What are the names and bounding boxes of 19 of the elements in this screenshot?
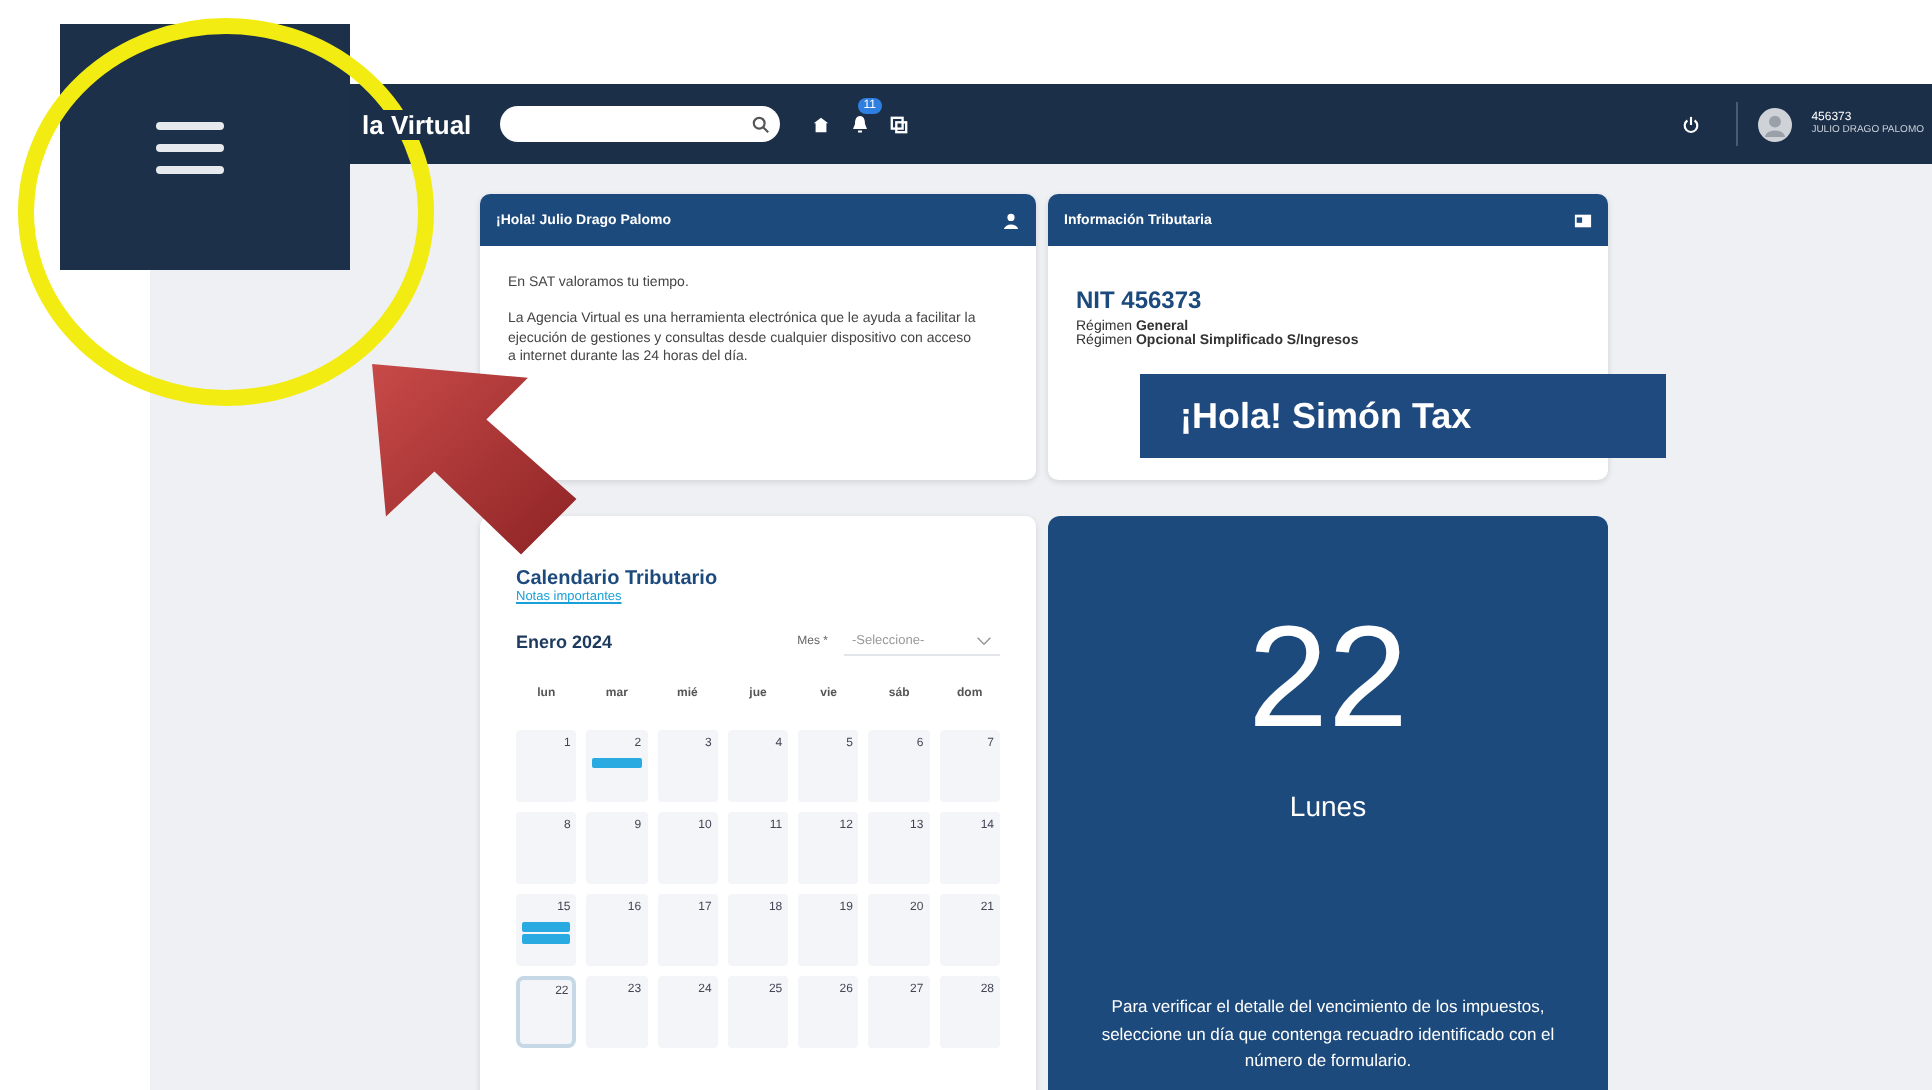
search-icon bbox=[751, 115, 770, 133]
copy-icon[interactable] bbox=[889, 115, 908, 133]
callout-label: ¡Hola! Simón Tax bbox=[1140, 374, 1666, 458]
instruction-text: Para verificar el detalle del vencimiento de los impuestos, seleccione un día que contenga recuadro identificado con el número de formulario. bbox=[1099, 994, 1557, 1075]
search-field[interactable] bbox=[499, 106, 780, 142]
calendar-title: Calendario Tributario bbox=[516, 568, 720, 590]
brand-title: la Virtual bbox=[358, 109, 476, 139]
month-label: Enero 2024 bbox=[516, 632, 615, 652]
id-card-icon bbox=[1574, 211, 1592, 229]
selected-day-number: 22 bbox=[1247, 606, 1409, 750]
person-icon bbox=[1002, 211, 1020, 229]
building-icon[interactable] bbox=[811, 115, 830, 133]
selected-weekday: Lunes bbox=[1289, 790, 1367, 822]
menu-icon[interactable] bbox=[156, 121, 224, 173]
chevron-down-icon bbox=[976, 636, 992, 646]
avatar-icon[interactable] bbox=[1757, 107, 1792, 141]
power-icon[interactable] bbox=[1681, 115, 1700, 133]
nit-number: NIT 456373 bbox=[1076, 286, 1204, 314]
bell-icon[interactable] bbox=[849, 114, 870, 134]
